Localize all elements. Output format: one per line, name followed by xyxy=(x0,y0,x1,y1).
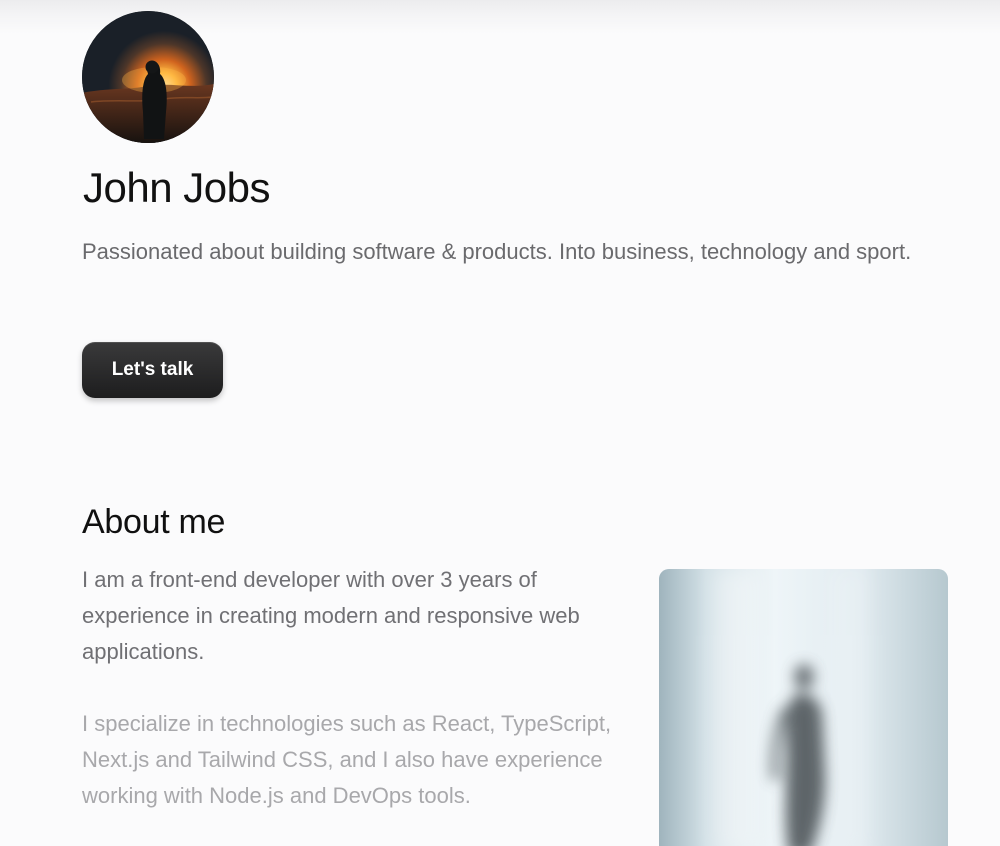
about-paragraph: I specialize in technologies such as Rea… xyxy=(82,711,612,808)
about-description: I am a front-end developer with over 3 y… xyxy=(82,562,618,814)
about-paragraph: I am a front-end developer with over 3 y… xyxy=(82,567,580,664)
lets-talk-button[interactable]: Let's talk xyxy=(82,342,223,398)
profile-name: John Jobs xyxy=(83,164,270,211)
blurred-person-image xyxy=(659,569,948,846)
profile-page: John Jobs Passionated about building sof… xyxy=(82,10,950,846)
profile-bio: Passionated about building software & pr… xyxy=(82,239,912,264)
silhouette-sunset-image xyxy=(82,11,214,143)
about-title: About me xyxy=(82,503,226,541)
about-photo xyxy=(659,569,948,846)
avatar xyxy=(82,11,214,143)
